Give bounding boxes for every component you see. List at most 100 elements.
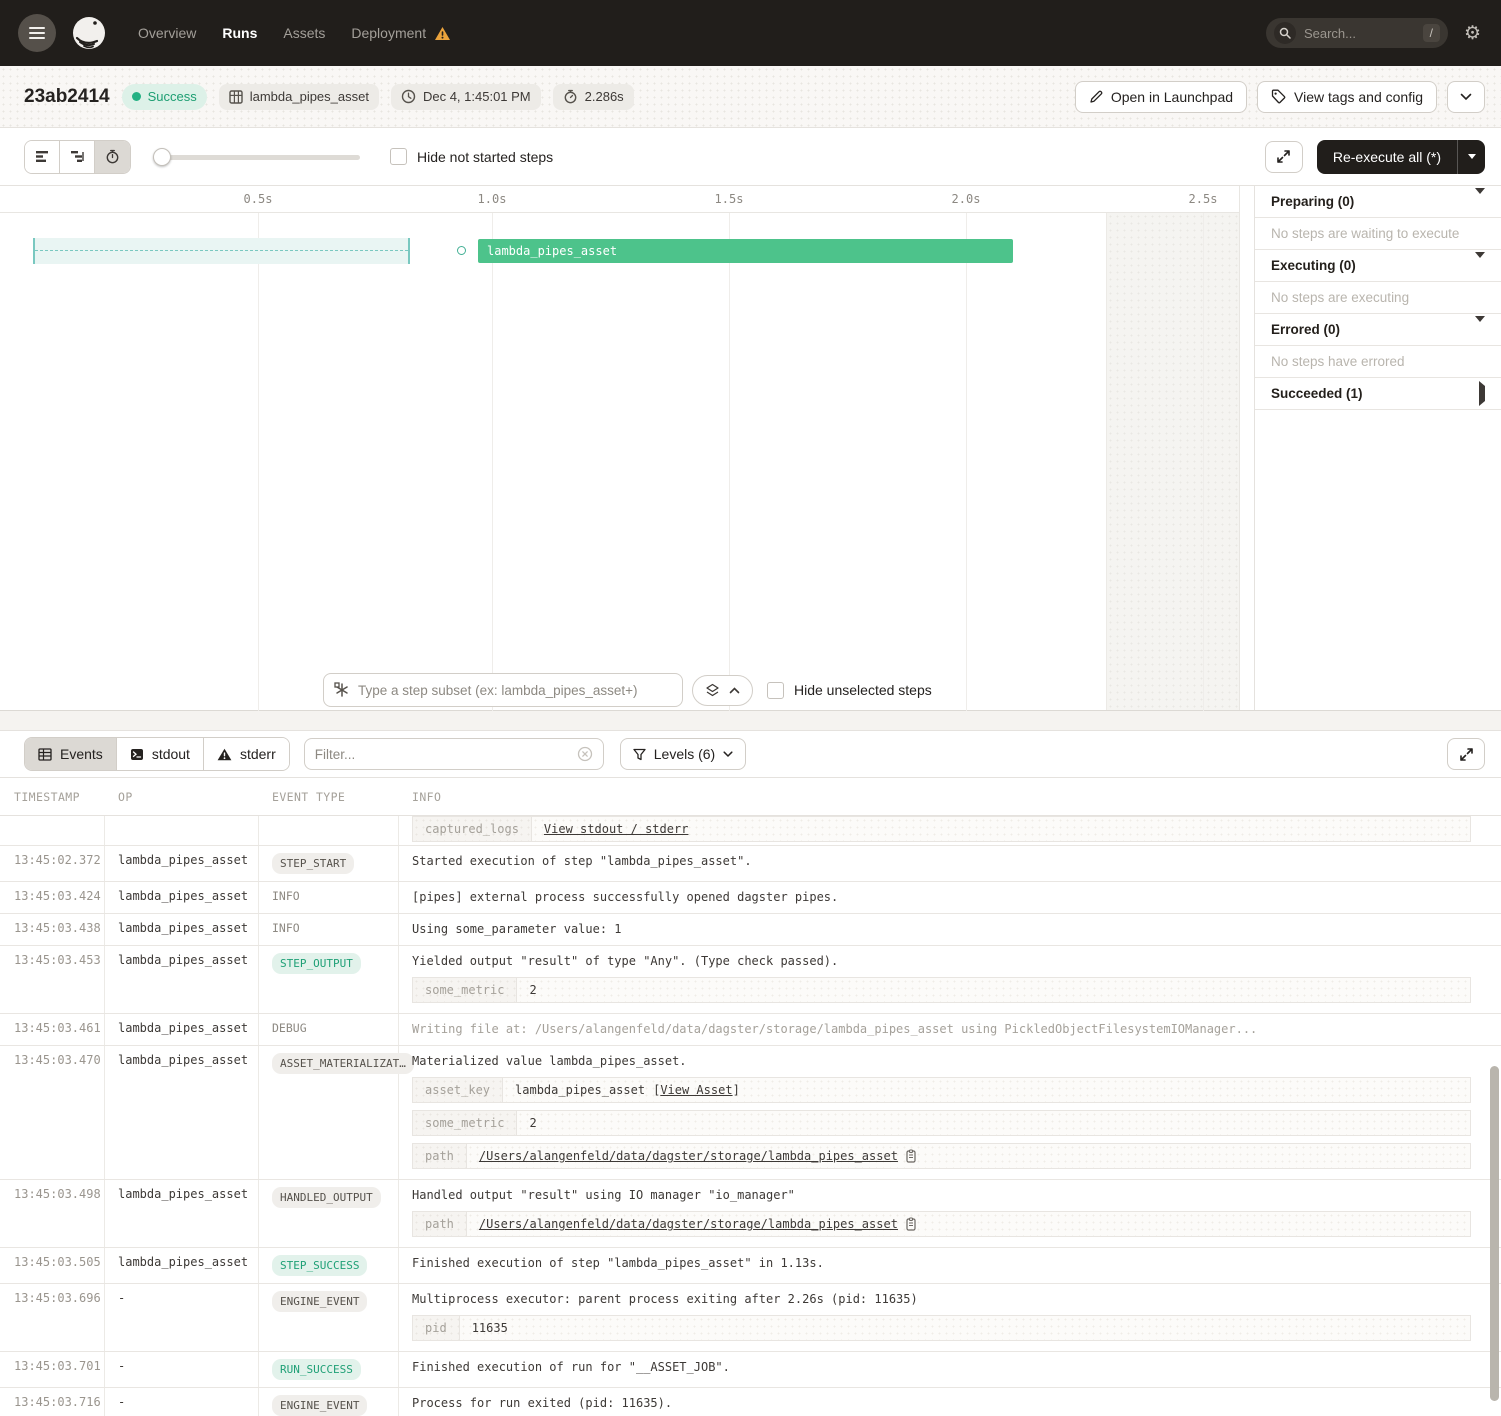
timer-view-icon[interactable] [95,141,130,173]
layers-collapse-button[interactable] [692,675,753,706]
zoom-slider-knob[interactable] [153,148,171,166]
status-badge: Success [122,84,207,110]
log-info: Multiprocess executor: parent process ex… [398,1284,1501,1351]
log-rows: captured_logsView stdout / stderr13:45:0… [0,816,1501,1416]
checkbox-box[interactable] [390,148,407,165]
search-field[interactable] [1304,26,1400,41]
log-timestamp: 13:45:03.701 [0,1352,104,1387]
step-start-marker-icon [457,246,466,255]
sidebar-section-header[interactable]: Errored (0) [1255,314,1501,346]
dagster-logo-icon[interactable] [68,12,110,54]
log-timestamp: 13:45:03.505 [0,1248,104,1283]
log-timestamp: 13:45:03.470 [0,1046,104,1179]
tab-stderr[interactable]: stderr [204,738,289,770]
step-subset-input[interactable] [323,673,683,707]
event-type-badge: ENGINE_EVENT [272,1291,367,1312]
copy-icon[interactable] [906,1217,918,1231]
panel-resize-divider[interactable] [0,710,1501,731]
event-log-table: TIMESTAMP OP EVENT TYPE INFO captured_lo… [0,777,1501,1416]
view-tags-config-button[interactable]: View tags and config [1257,81,1437,113]
log-row[interactable]: 13:45:03.701-RUN_SUCCESSFinished executi… [0,1352,1501,1388]
log-row[interactable]: 13:45:03.461lambda_pipes_assetDEBUGWriti… [0,1014,1501,1046]
view-asset-wrap: [View Asset] [653,1083,740,1097]
settings-gear-icon[interactable]: ⚙ [1464,24,1481,43]
reexecute-dropdown-caret[interactable] [1457,140,1485,174]
flat-view-icon[interactable] [25,141,60,173]
log-row[interactable]: 13:45:02.372lambda_pipes_assetSTEP_START… [0,846,1501,882]
metadata-link[interactable]: /Users/alangenfeld/data/dagster/storage/… [479,1217,898,1231]
metadata-link[interactable]: /Users/alangenfeld/data/dagster/storage/… [479,1149,898,1163]
sidebar-section-title: Succeeded (1) [1271,386,1363,401]
log-info: Started execution of step "lambda_pipes_… [398,846,1501,881]
header-more-chevron-button[interactable] [1447,81,1485,113]
sidebar-section-header[interactable]: Preparing (0) [1255,186,1501,218]
log-timestamp [0,816,104,846]
log-row[interactable]: 13:45:03.470lambda_pipes_assetASSET_MATE… [0,1046,1501,1180]
log-timestamp: 13:45:03.438 [0,914,104,945]
zoom-slider[interactable] [153,148,360,166]
log-row[interactable]: 13:45:03.505lambda_pipes_assetSTEP_SUCCE… [0,1248,1501,1284]
reexecute-all-button[interactable]: Re-execute all (*) [1317,140,1485,174]
caret-down-icon [1475,194,1485,209]
open-in-launchpad-button[interactable]: Open in Launchpad [1075,81,1247,113]
step-waiting-range [33,238,410,264]
col-timestamp: TIMESTAMP [0,778,104,815]
hide-unselected-checkbox[interactable]: Hide unselected steps [767,682,932,699]
log-row[interactable]: 13:45:03.498lambda_pipes_assetHANDLED_OU… [0,1180,1501,1248]
log-row[interactable]: captured_logsView stdout / stderr [0,816,1501,846]
log-filter-input[interactable] [304,738,604,770]
log-row[interactable]: 13:45:03.453lambda_pipes_assetSTEP_OUTPU… [0,946,1501,1014]
menu-icon[interactable] [18,14,56,52]
tab-stdout[interactable]: stdout [117,738,204,770]
log-info: Yielded output "result" of type "Any". (… [398,946,1501,1013]
log-row[interactable]: 13:45:03.716-ENGINE_EVENTProcess for run… [0,1388,1501,1416]
metadata-link[interactable]: View stdout / stderr [544,822,689,836]
log-timestamp: 13:45:02.372 [0,846,104,881]
log-row[interactable]: 13:45:03.438lambda_pipes_assetINFOUsing … [0,914,1501,946]
checkbox-box[interactable] [767,682,784,699]
copy-icon[interactable] [906,1149,918,1163]
axis-tick-label: 2.5s [1189,192,1218,206]
levels-filter-button[interactable]: Levels (6) [620,738,746,770]
log-row[interactable]: 13:45:03.696-ENGINE_EVENTMultiprocess ex… [0,1284,1501,1352]
tab-events[interactable]: Events [25,738,117,770]
axis-tick-label: 0.5s [244,192,273,206]
log-tabs: Events stdout stderr [24,737,290,771]
log-event-type: RUN_SUCCESS [258,1352,398,1387]
log-info-text: Using some_parameter value: 1 [412,921,1491,938]
log-op: lambda_pipes_asset [104,946,258,1013]
job-tag[interactable]: lambda_pipes_asset [219,84,379,110]
log-event-type: STEP_START [258,846,398,881]
metadata-text: 2 [529,1116,536,1130]
expand-gantt-button[interactable] [1265,141,1303,173]
nav-item-runs[interactable]: Runs [222,25,257,41]
funnel-icon [633,748,646,761]
log-row[interactable]: 13:45:03.424lambda_pipes_assetINFO[pipes… [0,882,1501,914]
clear-filter-icon[interactable] [577,746,593,762]
log-info-text: Yielded output "result" of type "Any". (… [412,953,1491,970]
axis-tick-label: 1.0s [478,192,507,206]
nav-item-deployment[interactable]: Deployment [351,25,426,41]
hide-not-started-checkbox[interactable]: Hide not started steps [390,148,553,165]
log-info-text: Process for run exited (pid: 11635). [412,1395,1491,1412]
nav-item-assets[interactable]: Assets [283,25,325,41]
expand-logs-button[interactable] [1447,738,1485,770]
zoom-slider-track[interactable] [153,155,360,160]
log-op: - [104,1388,258,1416]
metadata-key: some_metric [413,1111,517,1135]
nav-item-overview[interactable]: Overview [138,25,196,41]
search-input[interactable]: / [1266,18,1448,48]
metadata-value: /Users/alangenfeld/data/dagster/storage/… [467,1144,1470,1168]
gantt-step-bar[interactable]: lambda_pipes_asset [478,239,1013,263]
log-info-text: [pipes] external process successfully op… [412,889,1491,906]
sidebar-section-title: Executing (0) [1271,258,1356,273]
start-time-tag: Dec 4, 1:45:01 PM [391,84,541,110]
view-asset-link[interactable]: View Asset [660,1083,732,1097]
sidebar-section-header[interactable]: Succeeded (1) [1255,378,1501,410]
log-scrollbar-thumb[interactable] [1490,1066,1499,1401]
sidebar-section-header[interactable]: Executing (0) [1255,250,1501,282]
log-filter-field[interactable] [315,747,577,762]
step-subset-field[interactable] [358,683,672,698]
metadata-row: path/Users/alangenfeld/data/dagster/stor… [412,1143,1471,1169]
waterfall-view-icon[interactable] [60,141,95,173]
